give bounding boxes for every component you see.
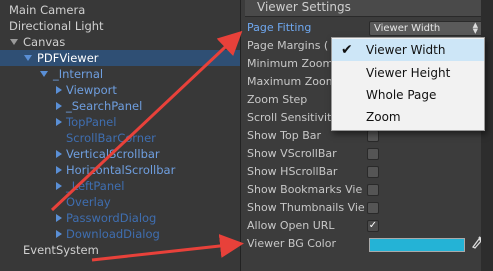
hierarchy-item-scrollbarcorner[interactable]: ScrollBarCorner <box>0 130 240 146</box>
hierarchy-item-label: DownloadDialog <box>66 227 160 241</box>
show-thumbnails-checkbox[interactable] <box>367 202 379 214</box>
hierarchy-item-main-camera[interactable]: Main Camera <box>0 2 240 18</box>
property-show-thumbnails-viewer: Show Thumbnails Vie <box>245 199 493 217</box>
menu-item-viewer-height[interactable]: Viewer Height <box>332 62 484 84</box>
hierarchy-item-label: Overlay <box>66 195 111 209</box>
property-label: Show Thumbnails Vie <box>247 201 365 214</box>
property-label: Show Top Bar <box>247 129 322 142</box>
property-label: Page Fitting <box>247 21 312 34</box>
property-label: Scroll Sensitivit <box>247 111 332 124</box>
expand-arrow-icon[interactable] <box>40 71 48 77</box>
hierarchy-item-verticalscrollbar[interactable]: VerticalScrollbar <box>0 146 240 162</box>
property-label: Zoom Step <box>247 93 308 106</box>
menu-item-zoom[interactable]: Zoom <box>332 106 484 128</box>
expand-arrow-icon[interactable] <box>24 55 32 61</box>
property-page-fitting: Page Fitting Viewer Width ▲ ▼ <box>245 19 493 37</box>
hierarchy-item-label: EventSystem <box>23 243 99 257</box>
hierarchy-item-label: _Internal <box>53 67 104 81</box>
hierarchy-item-label: _LeftPanel <box>66 179 125 193</box>
checkmark-icon: ✔ <box>341 42 353 58</box>
menu-item-whole-page[interactable]: Whole Page <box>332 84 484 106</box>
menu-item-label: Zoom <box>366 110 401 124</box>
expand-arrow-icon[interactable] <box>10 39 18 45</box>
section-header[interactable]: Viewer Settings <box>245 0 493 17</box>
hierarchy-item-label: PasswordDialog <box>66 211 157 225</box>
property-viewer-bg-color: Viewer BG Color <box>245 235 493 253</box>
hierarchy-item-toppanel[interactable]: TopPanel <box>0 114 240 130</box>
menu-item-label: Viewer Height <box>366 66 451 80</box>
page-fitting-dropdown[interactable]: Viewer Width ▲ ▼ <box>369 21 483 36</box>
dropdown-value: Viewer Width <box>374 23 441 34</box>
expand-arrow-icon[interactable] <box>56 118 62 126</box>
hierarchy-item-overlay[interactable]: Overlay <box>0 194 240 210</box>
menu-item-label: Viewer Width <box>366 43 446 57</box>
expand-arrow-icon[interactable] <box>56 230 62 238</box>
hierarchy-item-label: VerticalScrollbar <box>66 147 160 161</box>
property-show-hscrollbar: Show HScrollBar <box>245 163 493 181</box>
hierarchy-item-label: PDFViewer <box>37 51 99 65</box>
show-hscrollbar-checkbox[interactable] <box>367 166 379 178</box>
bg-color-swatch[interactable] <box>369 238 465 252</box>
property-label: Minimum Zoom <box>247 57 334 70</box>
property-show-bookmarks-viewer: Show Bookmarks Vie <box>245 181 493 199</box>
show-top-bar-checkbox[interactable] <box>367 130 379 142</box>
hierarchy-item-label: _SearchPanel <box>66 99 143 113</box>
expand-arrow-icon[interactable] <box>56 150 62 158</box>
property-show-vscrollbar: Show VScrollBar <box>245 145 493 163</box>
expand-arrow-icon[interactable] <box>56 182 62 190</box>
expand-arrow-icon[interactable] <box>56 166 62 174</box>
hierarchy-item-canvas[interactable]: Canvas <box>0 34 240 50</box>
property-label: Page Margins ( <box>247 39 329 52</box>
section-title: Viewer Settings <box>257 0 351 14</box>
hierarchy-item-leftpanel[interactable]: _LeftPanel <box>0 178 240 194</box>
dropdown-arrows-icon: ▲ ▼ <box>472 21 478 35</box>
menu-item-viewer-width[interactable]: ✔ Viewer Width <box>332 39 484 61</box>
hierarchy-item-directional-light[interactable]: Directional Light <box>0 18 240 34</box>
hierarchy-item-horizontalscrollbar[interactable]: HorizontalScrollbar <box>0 162 240 178</box>
hierarchy-item-label: ScrollBarCorner <box>66 131 156 145</box>
expand-arrow-icon[interactable] <box>56 86 62 94</box>
hierarchy-panel: Main Camera Directional Light Canvas PDF… <box>0 0 240 271</box>
show-vscrollbar-checkbox[interactable] <box>367 148 379 160</box>
hierarchy-item-pdfviewer[interactable]: PDFViewer <box>0 50 240 66</box>
hierarchy-item-internal[interactable]: _Internal <box>0 66 240 82</box>
show-bookmarks-checkbox[interactable] <box>367 184 379 196</box>
allow-open-url-checkbox[interactable]: ✓ <box>367 220 379 232</box>
expand-arrow-icon[interactable] <box>56 102 62 110</box>
property-label: Viewer BG Color <box>247 237 336 250</box>
property-label: Show HScrollBar <box>247 165 338 178</box>
property-label: Maximum Zoom <box>247 75 337 88</box>
menu-item-label: Whole Page <box>366 88 437 102</box>
property-label: Show Bookmarks Vie <box>247 183 363 196</box>
hierarchy-item-label: HorizontalScrollbar <box>66 163 176 177</box>
hierarchy-item-viewport[interactable]: Viewport <box>0 82 240 98</box>
hierarchy-item-downloaddialog[interactable]: DownloadDialog <box>0 226 240 242</box>
hierarchy-item-label: Viewport <box>66 83 117 97</box>
hierarchy-item-searchpanel[interactable]: _SearchPanel <box>0 98 240 114</box>
property-label: Allow Open URL <box>247 219 335 232</box>
hierarchy-item-label: TopPanel <box>66 115 117 129</box>
hierarchy-item-eventsystem[interactable]: EventSystem <box>0 242 240 258</box>
hierarchy-item-label: Directional Light <box>9 19 104 33</box>
page-fitting-popup-menu: ✔ Viewer Width Viewer Height Whole Page … <box>331 37 485 131</box>
expand-arrow-icon[interactable] <box>56 214 62 222</box>
hierarchy-item-label: Main Camera <box>9 3 86 17</box>
property-label: Show VScrollBar <box>247 147 337 160</box>
hierarchy-item-passworddialog[interactable]: PasswordDialog <box>0 210 240 226</box>
hierarchy-item-label: Canvas <box>23 35 66 49</box>
property-allow-open-url: Allow Open URL ✓ <box>245 217 493 235</box>
